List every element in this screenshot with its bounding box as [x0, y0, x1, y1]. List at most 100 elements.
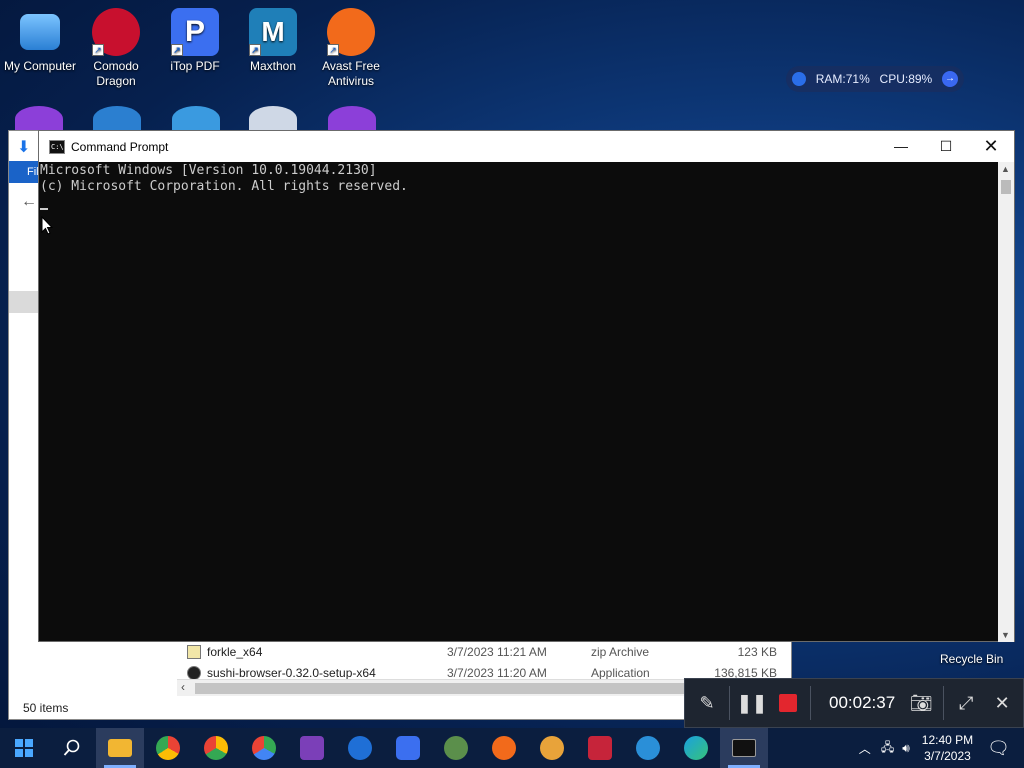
file-size: 123 KB [737, 644, 777, 659]
desktop-icon-label: My Computer [3, 59, 77, 73]
file-name: sushi-browser-0.32.0-setup-x64 [207, 665, 376, 680]
desktop-icon-label: iTop PDF [170, 59, 220, 73]
desktop-icon-itop-pdf[interactable]: P ↗ iTop PDF [155, 8, 235, 74]
back-arrow-icon[interactable]: ← [21, 193, 37, 211]
scroll-up-icon[interactable]: ▲ [1001, 164, 1010, 174]
comodo-dragon-icon: ↗ [92, 8, 140, 56]
desktop-icon-maxthon[interactable]: M ↗ Maxthon [233, 8, 313, 74]
volume-icon[interactable]: 🔊︎ [902, 741, 910, 756]
taskbar-chrome[interactable] [240, 728, 288, 768]
scroll-down-icon[interactable]: ▼ [1001, 630, 1010, 640]
scrollbar-thumb[interactable] [1001, 180, 1011, 194]
clock[interactable]: 12:40 PM 3/7/2023 [922, 732, 973, 764]
recorder-icon [588, 736, 612, 760]
chrome-icon [156, 736, 180, 760]
taskbar-brave[interactable] [528, 728, 576, 768]
desktop-icon-partial[interactable] [249, 106, 297, 132]
taskbar-itop-pdf[interactable] [384, 728, 432, 768]
zip-file-icon [187, 644, 201, 659]
desktop-icon-recycle-bin[interactable]: Recycle Bin [940, 652, 1003, 666]
ccleaner-icon [348, 736, 372, 760]
desktop-icon-label: Comodo Dragon [93, 59, 139, 88]
taskbar-file-explorer[interactable] [96, 728, 144, 768]
network-icon[interactable]: 🖧︎ [881, 738, 894, 759]
itop-pdf-icon: P ↗ [171, 8, 219, 56]
taskbar-visual-studio[interactable] [288, 728, 336, 768]
maxthon-icon: M ↗ [249, 8, 297, 56]
arrow-right-icon[interactable]: → [941, 71, 958, 87]
taskbar-recorder[interactable] [576, 728, 624, 768]
clock-date: 3/7/2023 [924, 749, 971, 763]
nav-pane-selected-item[interactable] [9, 291, 39, 313]
notification-icon[interactable]: 🗨︎ [987, 738, 1010, 759]
taskbar-globe-app[interactable] [432, 728, 480, 768]
cmd-title-bar[interactable]: C:\ Command Prompt — ☐ ✕ [39, 131, 1014, 162]
pen-icon[interactable]: ✎ [689, 693, 725, 714]
taskbar-edge[interactable] [672, 728, 720, 768]
divider [943, 686, 945, 720]
desktop-icon-partial[interactable] [172, 106, 220, 132]
resize-icon[interactable]: ⤢ [948, 693, 984, 714]
avast-icon: ↗ [327, 8, 375, 56]
search-icon [63, 739, 80, 756]
taskbar-chrome[interactable] [144, 728, 192, 768]
desktop-icon-partial[interactable] [15, 106, 63, 132]
stop-button[interactable] [779, 694, 797, 712]
edge-icon [684, 736, 708, 760]
clock-time: 12:40 PM [921, 733, 974, 747]
scrollbar-thumb[interactable] [195, 683, 695, 694]
chrome-icon [252, 736, 276, 760]
shortcut-arrow-icon: ↗ [92, 44, 104, 56]
desktop-icon-label: Avast Free Antivirus [322, 59, 380, 88]
text-cursor [40, 208, 48, 210]
mouse-pointer-icon [41, 216, 53, 235]
itop-pdf-icon [396, 736, 420, 760]
taskbar: ︿ 🖧︎ 🔊︎ 12:40 PM 3/7/2023 🗨︎ [0, 728, 1024, 768]
command-prompt-icon [732, 739, 756, 757]
recording-timer: 00:02:37 [829, 693, 896, 712]
close-button[interactable]: ✕ [968, 131, 1014, 162]
download-arrow-icon: ⬇ [17, 139, 31, 156]
screen-recorder-toolbar: ✎ ❚❚ 00:02:37 📷︎ ⤢ ✕ [684, 678, 1024, 728]
ribbon-file-tab[interactable]: Fil [9, 161, 39, 183]
file-type: zip Archive [591, 644, 650, 659]
command-prompt-window[interactable]: C:\ Command Prompt — ☐ ✕ Microsoft Windo… [38, 130, 1015, 642]
ram-usage: RAM:71% [815, 72, 870, 86]
console-output[interactable]: Microsoft Windows [Version 10.0.19044.21… [39, 162, 999, 642]
desktop-icon-my-computer[interactable]: My Computer [0, 8, 80, 74]
desktop-icon-comodo-dragon[interactable]: ↗ Comodo Dragon [76, 8, 156, 89]
divider [729, 686, 730, 720]
pause-button[interactable]: ❚❚ [734, 693, 770, 714]
taskbar-command-prompt[interactable] [720, 728, 768, 768]
taskbar-chrome[interactable] [192, 728, 240, 768]
close-icon[interactable]: ✕ [984, 693, 1020, 714]
desktop-icon-partial[interactable] [93, 106, 141, 132]
chevron-up-icon[interactable]: ︿ [859, 740, 871, 757]
desktop-icon-label: Maxthon [249, 59, 297, 73]
minimize-button[interactable]: — [878, 131, 924, 162]
vertical-scrollbar[interactable]: ▲ ▼ [998, 162, 1014, 642]
chrome-icon [204, 736, 228, 760]
taskbar-avast[interactable] [480, 728, 528, 768]
desktop-icon-partial[interactable] [328, 106, 376, 132]
application-file-icon [187, 665, 201, 680]
scroll-left-icon[interactable]: ‹ [181, 680, 185, 694]
desktop-icon-label: Recycle Bin [940, 652, 1004, 666]
rocket-icon [792, 72, 806, 86]
avast-icon [492, 736, 516, 760]
window-title: Command Prompt [71, 139, 169, 154]
file-row[interactable]: forkle_x64 3/7/2023 11:21 AM zip Archive… [169, 641, 789, 662]
console-line: (c) Microsoft Corporation. All rights re… [40, 179, 408, 194]
cpu-usage: CPU:89% [879, 72, 933, 86]
maximize-button[interactable]: ☐ [923, 131, 969, 162]
taskbar-search-button[interactable] [48, 728, 96, 768]
taskbar-web-app[interactable] [624, 728, 672, 768]
performance-widget[interactable]: RAM:71% CPU:89% → [786, 66, 964, 92]
start-button[interactable] [0, 728, 48, 768]
console-line: Microsoft Windows [Version 10.0.19044.21… [40, 163, 377, 178]
brave-icon [540, 736, 564, 760]
camera-icon[interactable]: 📷︎ [903, 693, 939, 714]
taskbar-ccleaner[interactable] [336, 728, 384, 768]
desktop-icon-avast[interactable]: ↗ Avast Free Antivirus [311, 8, 391, 89]
shortcut-arrow-icon: ↗ [171, 44, 183, 56]
